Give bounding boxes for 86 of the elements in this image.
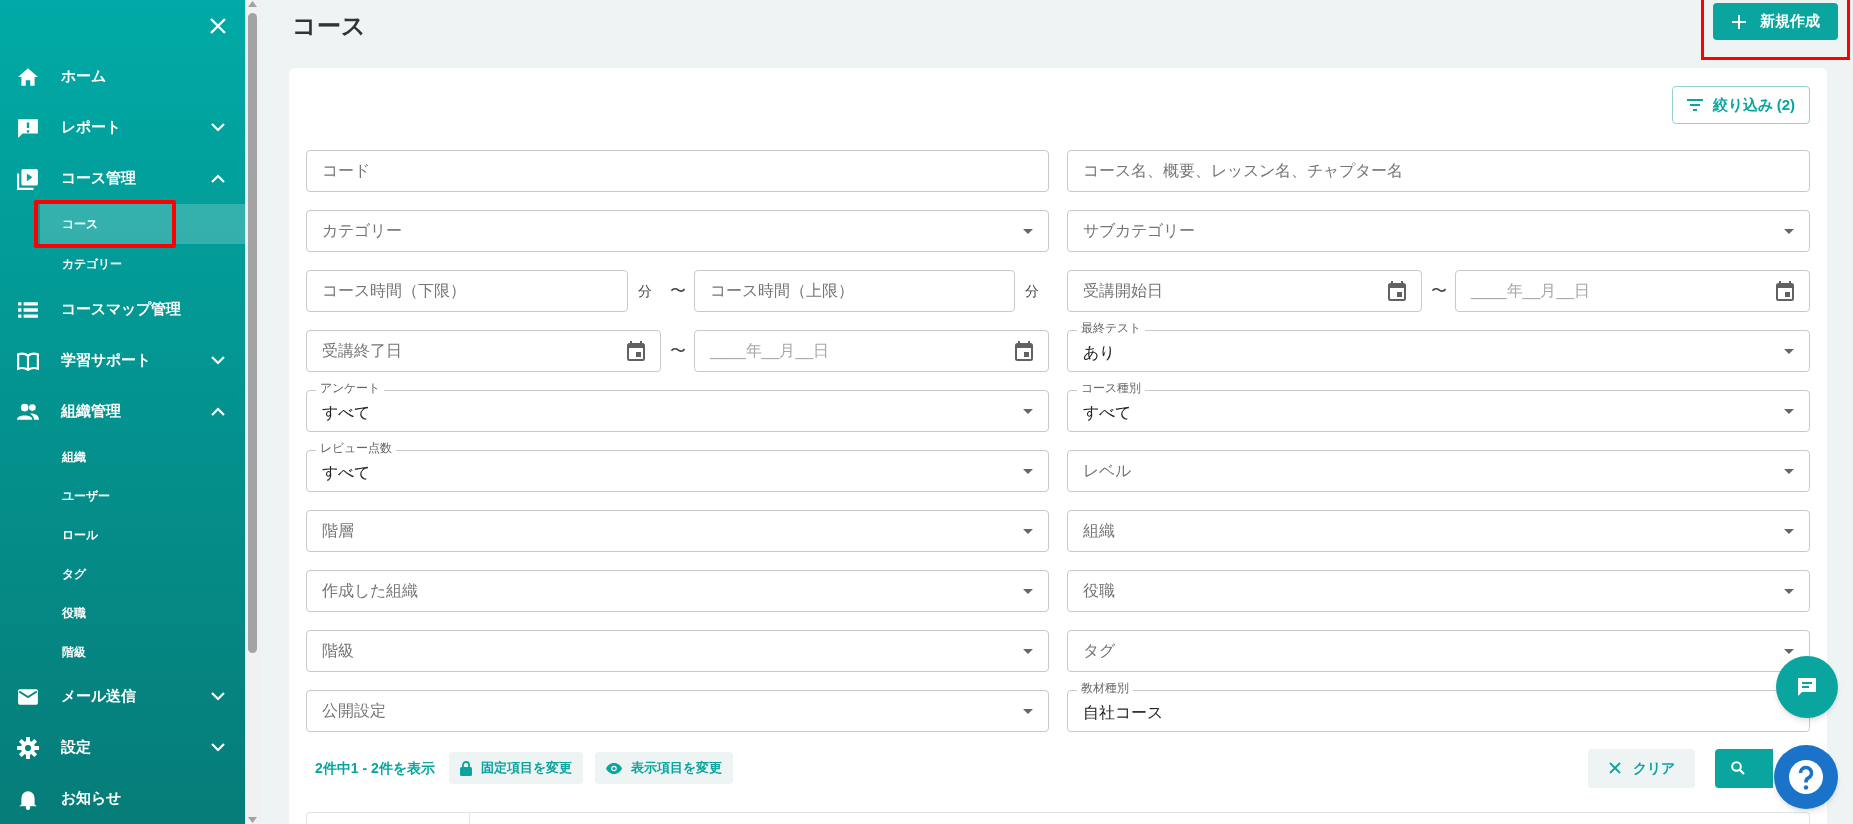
chat-icon <box>1796 676 1818 698</box>
select-field[interactable]: レベル <box>1067 450 1810 492</box>
range-separator: 〜 <box>668 281 687 301</box>
range-separator: 〜 <box>1429 281 1448 301</box>
result-count: 2件中1 - 2件を表示 <box>315 758 435 778</box>
sidebar-item[interactable]: 学習サポート <box>0 335 245 386</box>
date-field[interactable]: 受講終了日 <box>306 330 661 372</box>
date-field[interactable]: ____年__月__日 <box>1455 270 1810 312</box>
select-field[interactable]: 役職 <box>1067 570 1810 612</box>
input-field[interactable]: コード <box>306 150 1049 192</box>
date-field[interactable]: 受講開始日 <box>1067 270 1422 312</box>
sidebar-subitem[interactable]: 役職 <box>40 593 245 632</box>
dropdown-arrow-icon <box>1023 528 1033 534</box>
new-button[interactable]: 新規作成 <box>1713 3 1838 40</box>
dropdown-arrow-icon <box>1784 408 1794 414</box>
display-columns-button[interactable]: 表示項目を変更 <box>594 752 733 784</box>
sidebar-item[interactable]: ホーム <box>0 51 245 102</box>
dropdown-arrow-icon <box>1023 648 1033 654</box>
select-field[interactable]: 組織 <box>1067 510 1810 552</box>
filter-button[interactable]: 絞り込み (2) <box>1671 86 1810 124</box>
play-library-icon <box>17 167 39 190</box>
dropdown-arrow-icon <box>1023 228 1033 234</box>
sidebar-subitem[interactable]: コース <box>40 204 245 244</box>
sidebar-subitem[interactable]: ユーザー <box>40 476 245 515</box>
sidebar-subitem[interactable]: タグ <box>40 554 245 593</box>
dropdown-arrow-icon <box>1784 648 1794 654</box>
search-icon <box>1731 761 1745 775</box>
sidebar-item[interactable]: 設定 <box>0 722 245 773</box>
input-field[interactable]: コース時間（下限） <box>306 270 628 312</box>
settings-icon <box>17 736 39 759</box>
dropdown-arrow-icon <box>1023 588 1033 594</box>
close-icon <box>1608 762 1621 774</box>
date-field[interactable]: ____年__月__日 <box>694 330 1049 372</box>
dropdown-arrow-icon <box>1023 468 1033 474</box>
field-label: 教材種別 <box>1077 681 1133 696</box>
sidebar-subitem[interactable]: 組織 <box>40 437 245 476</box>
filter-icon <box>1686 99 1703 111</box>
close-icon[interactable] <box>209 16 227 35</box>
sidebar-item[interactable]: レポート <box>0 102 245 153</box>
calendar-icon[interactable] <box>627 341 645 361</box>
dropdown-arrow-icon <box>1784 228 1794 234</box>
dropdown-arrow-icon <box>1784 348 1794 354</box>
input-field[interactable]: コース名、概要、レッスン名、チャプター名 <box>1067 150 1810 192</box>
sidebar-item[interactable]: コースマップ管理 <box>0 284 245 335</box>
sidebar-subitem[interactable]: 階級 <box>40 632 245 671</box>
dropdown-arrow-icon <box>1023 408 1033 414</box>
dropdown-arrow-icon <box>1023 708 1033 714</box>
page-title: コース <box>292 11 366 41</box>
input-field[interactable]: コース時間（上限） <box>693 270 1015 312</box>
eye-icon <box>605 762 622 774</box>
field-label: コース種別 <box>1077 381 1145 396</box>
range-separator: 〜 <box>668 341 687 361</box>
scroll-up-arrow-icon[interactable] <box>248 0 257 8</box>
clear-button[interactable]: クリア <box>1588 748 1695 788</box>
select-field[interactable]: サブカテゴリー <box>1067 210 1810 252</box>
field-label: 最終テスト <box>1077 321 1145 336</box>
scrollbar[interactable] <box>245 0 260 824</box>
dropdown-arrow-icon <box>1784 588 1794 594</box>
sidebar-subitem[interactable]: カテゴリー <box>40 244 245 284</box>
plus-icon <box>1731 14 1746 29</box>
unit-label: 分 <box>636 281 653 301</box>
calendar-icon[interactable] <box>1388 281 1406 301</box>
field-label: レビュー点数 <box>316 441 396 456</box>
fixed-columns-button[interactable]: 固定項目を変更 <box>448 752 583 784</box>
dropdown-arrow-icon <box>1784 468 1794 474</box>
select-field[interactable]: 公開設定 <box>306 690 1049 732</box>
select-field[interactable]: 階級 <box>306 630 1049 672</box>
help-icon <box>1788 759 1824 795</box>
calendar-icon[interactable] <box>1776 281 1794 301</box>
dropdown-arrow-icon <box>1784 528 1794 534</box>
select-field[interactable]: タグ <box>1067 630 1810 672</box>
sidebar-item[interactable]: コース管理 <box>0 153 245 204</box>
select-field[interactable]: 階層 <box>306 510 1049 552</box>
sidebar-item[interactable]: メール送信 <box>0 671 245 722</box>
scroll-down-arrow-icon[interactable] <box>248 816 257 824</box>
alert-bubble-icon <box>17 116 39 139</box>
select-field[interactable]: 作成した組織 <box>306 570 1049 612</box>
select-field[interactable]: カテゴリー <box>306 210 1049 252</box>
search-button[interactable] <box>1715 748 1773 788</box>
unit-label: 分 <box>1024 281 1040 301</box>
sidebar-item[interactable]: 組織管理 <box>0 386 245 437</box>
sidebar-subitem[interactable]: ロール <box>40 515 245 554</box>
calendar-icon[interactable] <box>1015 341 1033 361</box>
lock-icon <box>459 760 472 776</box>
sidebar-item[interactable]: お知らせ <box>0 773 245 824</box>
field-label: アンケート <box>316 381 384 396</box>
